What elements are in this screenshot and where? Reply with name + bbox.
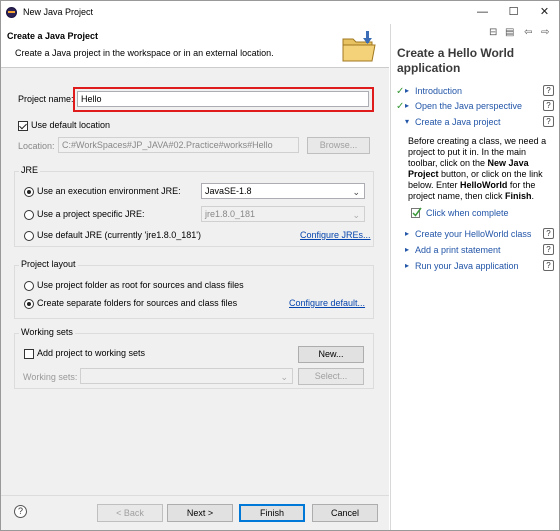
separate-folders-radio[interactable]	[24, 299, 34, 309]
collapse-icon[interactable]: ⊟	[489, 27, 497, 38]
step-add-print[interactable]: Add a print statement	[415, 245, 501, 255]
location-label: Location:	[18, 141, 55, 151]
specific-jre-label: Use a project specific JRE:	[37, 209, 145, 219]
use-default-location-checkbox[interactable]	[18, 121, 28, 131]
minimize-button[interactable]: —	[467, 1, 498, 23]
project-layout-title: Project layout	[19, 259, 78, 269]
maximize-button[interactable]: ☐	[498, 1, 529, 23]
step-run-app[interactable]: Run your Java application	[415, 261, 519, 271]
window-title: New Java Project	[23, 7, 94, 17]
step-arrow-icon: ▸	[405, 261, 410, 270]
step-expanded-icon: ▾	[405, 117, 410, 126]
jre-group-title: JRE	[19, 165, 41, 175]
chevron-down-icon: ⌄	[352, 210, 360, 220]
footer-separator	[1, 495, 389, 496]
browse-button[interactable]: Browse...	[307, 137, 370, 154]
step-arrow-icon: ▸	[405, 101, 410, 110]
step-create-class[interactable]: Create your HelloWorld class	[415, 229, 531, 239]
specific-jre-select[interactable]: jre1.8.0_181 ⌄	[201, 206, 365, 222]
exec-env-select[interactable]: JavaSE-1.8 ⌄	[201, 183, 365, 199]
help-icon[interactable]: ?	[14, 505, 27, 518]
back-button[interactable]: < Back	[97, 504, 163, 522]
add-to-working-sets-label: Add project to working sets	[37, 348, 146, 358]
select-working-set-button[interactable]: Select...	[298, 368, 364, 385]
working-sets-title: Working sets	[19, 327, 75, 337]
back-arrow-icon[interactable]: ⇦	[524, 27, 532, 38]
project-name-label: Project name:	[18, 94, 74, 104]
view-menu-icon[interactable]: ▤	[505, 27, 514, 38]
cheatsheet-title: Create a Hello World application	[397, 46, 515, 75]
specific-jre-value: jre1.8.0_181	[205, 209, 256, 219]
step-open-perspective[interactable]: Open the Java perspective	[415, 101, 522, 111]
root-layout-label: Use project folder as root for sources a…	[37, 280, 244, 290]
next-button[interactable]: Next >	[167, 504, 233, 522]
exec-env-radio[interactable]	[24, 187, 34, 197]
done-check-icon: ✓	[396, 101, 405, 112]
chevron-down-icon: ⌄	[280, 372, 288, 382]
step-help-icon[interactable]: ?	[543, 244, 554, 255]
step-help-icon[interactable]: ?	[543, 85, 554, 96]
configure-jres-link[interactable]: Configure JREs...	[300, 230, 371, 240]
step-help-icon[interactable]: ?	[543, 100, 554, 111]
new-working-set-button[interactable]: New...	[298, 346, 364, 363]
step-arrow-icon: ▸	[405, 229, 410, 238]
finish-button[interactable]: Finish	[239, 504, 305, 522]
banner-description: Create a Java project in the workspace o…	[15, 48, 274, 58]
use-default-location-label: Use default location	[31, 120, 111, 130]
separate-folders-label: Create separate folders for sources and …	[37, 298, 238, 308]
step-arrow-icon: ▸	[405, 86, 410, 95]
close-button[interactable]: ✕	[529, 1, 559, 23]
step-help-icon[interactable]: ?	[543, 228, 554, 239]
folder-wizard-icon	[342, 31, 376, 62]
project-layout-group	[14, 265, 374, 319]
exec-env-value: JavaSE-1.8	[205, 186, 252, 196]
new-java-project-dialog: New Java Project — ☐ ✕ Create a Java Pro…	[0, 0, 560, 531]
project-name-input[interactable]: Hello	[77, 91, 369, 107]
step-help-icon[interactable]: ?	[543, 260, 554, 271]
click-complete-icon	[411, 207, 422, 218]
step-instructions: Before creating a class, we need a proje…	[408, 136, 547, 201]
add-to-working-sets-checkbox[interactable]	[24, 349, 34, 359]
cancel-button[interactable]: Cancel	[312, 504, 378, 522]
working-sets-label: Working sets:	[23, 372, 78, 382]
done-check-icon: ✓	[396, 86, 405, 97]
configure-default-link[interactable]: Configure default...	[289, 298, 365, 308]
chevron-down-icon: ⌄	[352, 187, 360, 197]
step-introduction[interactable]: Introduction	[415, 86, 462, 96]
exec-env-label: Use an execution environment JRE:	[37, 186, 181, 196]
step-create-project[interactable]: Create a Java project	[415, 117, 501, 127]
step-help-icon[interactable]: ?	[543, 116, 554, 127]
working-sets-select[interactable]: ⌄	[80, 368, 293, 384]
specific-jre-radio[interactable]	[24, 210, 34, 220]
location-input[interactable]: C:#WorkSpaces#JP_JAVA#02.Practice#works#…	[58, 137, 299, 153]
default-jre-radio[interactable]	[24, 231, 34, 241]
step-arrow-icon: ▸	[405, 245, 410, 254]
eclipse-icon	[6, 7, 17, 18]
click-when-complete-link[interactable]: Click when complete	[426, 208, 509, 218]
root-layout-radio[interactable]	[24, 281, 34, 291]
banner-title: Create a Java Project	[7, 31, 99, 41]
default-jre-label: Use default JRE (currently 'jre1.8.0_181…	[37, 230, 202, 240]
forward-arrow-icon[interactable]: ⇨	[541, 27, 549, 38]
